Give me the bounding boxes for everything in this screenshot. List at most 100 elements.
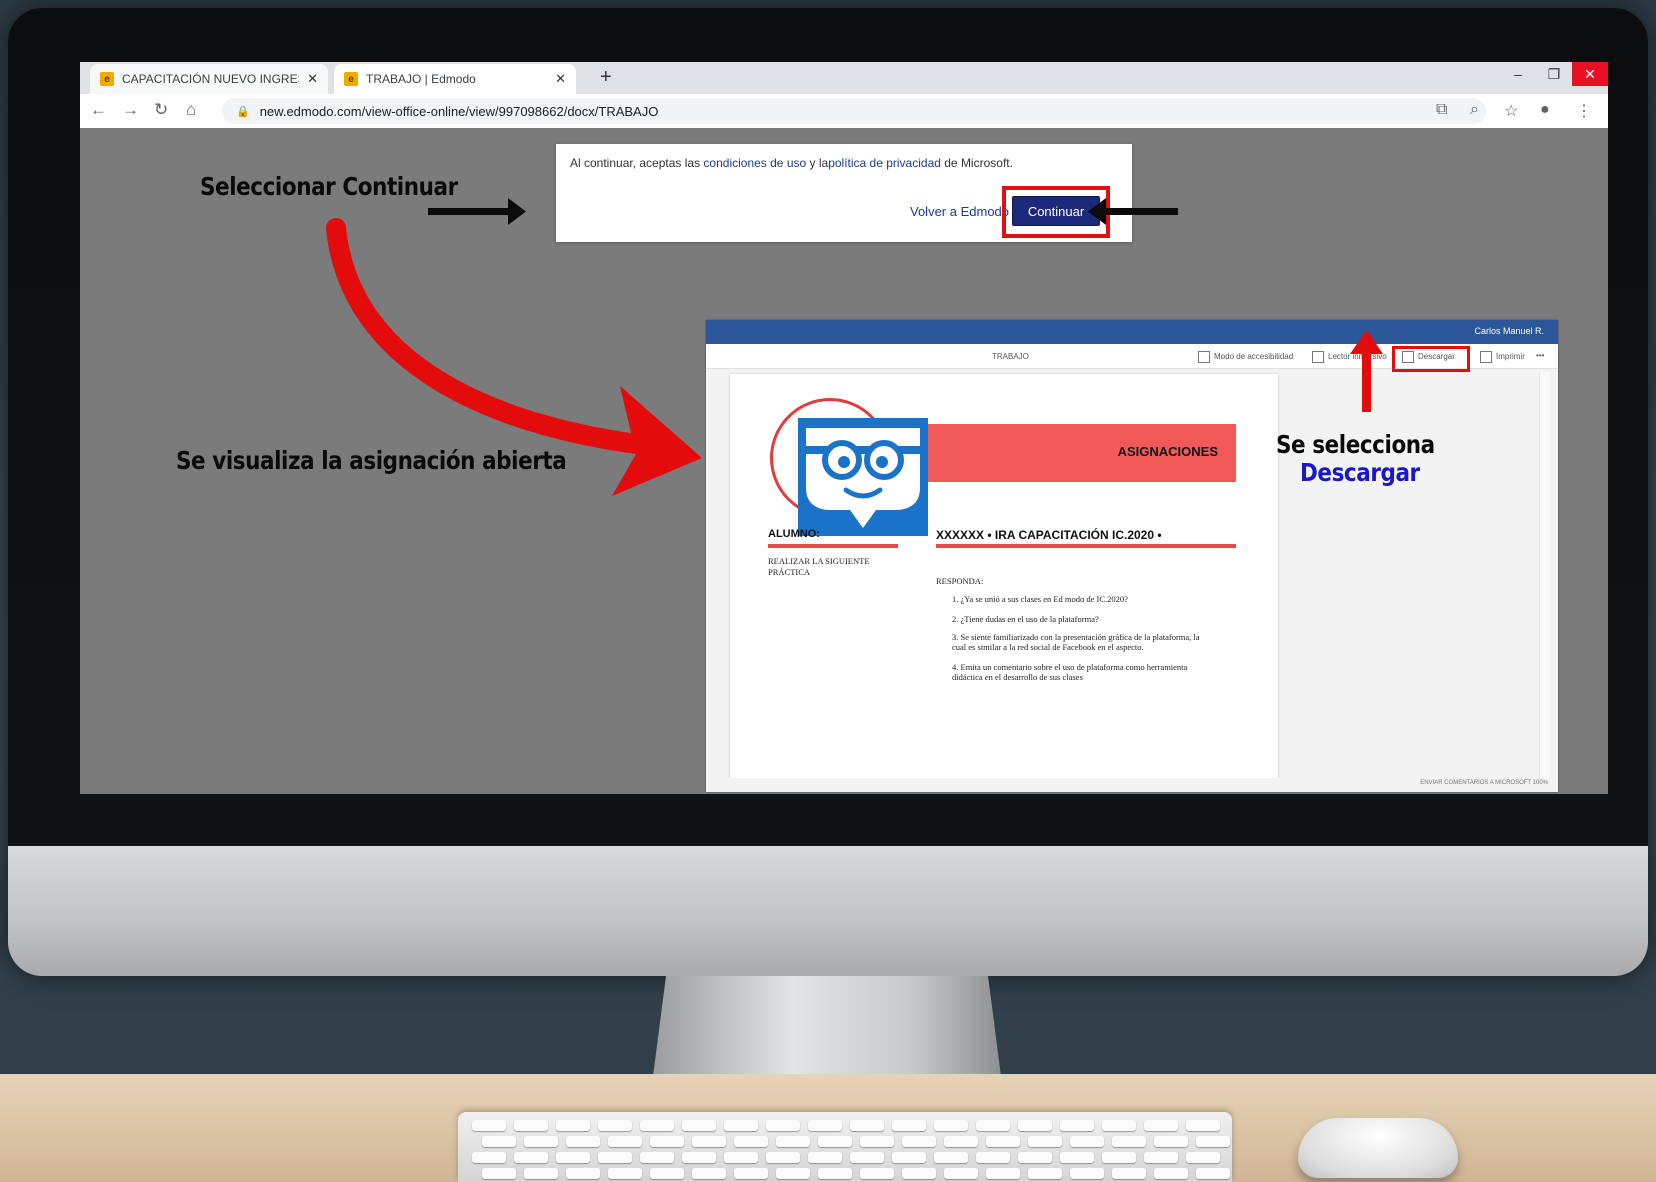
- keyboard-key: [692, 1136, 726, 1147]
- keyboard-key: [472, 1152, 506, 1163]
- keyboard-key: [598, 1120, 632, 1131]
- keyboard-key: [650, 1136, 684, 1147]
- keyboard-key: [734, 1136, 768, 1147]
- keyboard-key: [514, 1120, 548, 1131]
- keyboard-key: [1070, 1168, 1104, 1179]
- tab-strip: e CAPACITACIÓN NUEVO INGRESO ✕ e TRABAJO…: [80, 62, 1608, 94]
- keyboard-key: [986, 1168, 1020, 1179]
- url-text: new.edmodo.com/view-office-online/view/9…: [259, 103, 659, 119]
- keyboard-key: [640, 1120, 674, 1131]
- keyboard-key: [1196, 1168, 1230, 1179]
- arrow-right-icon: [428, 198, 526, 225]
- keyboard-key: [766, 1152, 800, 1163]
- keyboard-key: [1112, 1168, 1146, 1179]
- tab-capacitacion[interactable]: e CAPACITACIÓN NUEVO INGRESO ✕: [90, 64, 328, 94]
- keyboard-key: [556, 1120, 590, 1131]
- tab-close-icon[interactable]: ✕: [555, 71, 566, 87]
- address-bar[interactable]: 🔒 new.edmodo.com/view-office-online/view…: [222, 98, 1486, 124]
- restore-button[interactable]: ❐: [1536, 62, 1572, 86]
- screen: e CAPACITACIÓN NUEVO INGRESO ✕ e TRABAJO…: [80, 62, 1608, 794]
- keyboard-key: [902, 1168, 936, 1179]
- keyboard-key: [724, 1120, 758, 1131]
- keyboard-key: [556, 1152, 590, 1163]
- keyboard-key: [1154, 1136, 1188, 1147]
- keyboard-key: [902, 1136, 936, 1147]
- keyboard-key: [608, 1136, 642, 1147]
- window-close-button[interactable]: ✕: [1572, 62, 1608, 86]
- keyboard-key: [776, 1136, 810, 1147]
- forward-icon[interactable]: →: [122, 100, 139, 120]
- keyboard-key: [808, 1120, 842, 1131]
- keyboard-key: [986, 1136, 1020, 1147]
- keyboard-key: [976, 1120, 1010, 1131]
- keyboard-key: [1102, 1120, 1136, 1131]
- keyboard-key: [892, 1120, 926, 1131]
- keyboard-key: [1154, 1168, 1188, 1179]
- keyboard-key: [1102, 1152, 1136, 1163]
- keyboard-key: [566, 1168, 600, 1179]
- zoom-icon[interactable]: ⌕: [1470, 101, 1479, 119]
- keyboard-key: [934, 1120, 968, 1131]
- bookmark-star-icon[interactable]: ☆: [1504, 101, 1518, 121]
- minimize-button[interactable]: –: [1500, 62, 1536, 86]
- tab-close-icon[interactable]: ✕: [307, 71, 318, 87]
- menu-icon[interactable]: ⋮: [1576, 101, 1592, 121]
- keyboard-key: [682, 1152, 716, 1163]
- arrow-left-icon: [1088, 198, 1178, 225]
- keyboard-key: [766, 1120, 800, 1131]
- keyboard-key: [892, 1152, 926, 1163]
- page-content: Al continuar, aceptas las condiciones de…: [80, 128, 1608, 794]
- tab-title: TRABAJO | Edmodo: [366, 72, 476, 86]
- keyboard-key: [1028, 1168, 1062, 1179]
- keyboard-key: [1018, 1152, 1052, 1163]
- keyboard-key: [724, 1152, 758, 1163]
- keyboard-key: [734, 1168, 768, 1179]
- keyboard-key: [598, 1152, 632, 1163]
- home-icon[interactable]: ⌂: [186, 100, 196, 120]
- keyboard-key: [1070, 1136, 1104, 1147]
- mouse: [1298, 1118, 1458, 1178]
- keyboard-key: [818, 1136, 852, 1147]
- keyboard-key: [566, 1136, 600, 1147]
- curved-red-arrow-icon: [326, 218, 702, 496]
- keyboard-key: [514, 1152, 548, 1163]
- keyboard-key: [1144, 1152, 1178, 1163]
- keyboard-key: [692, 1168, 726, 1179]
- keyboard-key: [1060, 1152, 1094, 1163]
- new-tab-button[interactable]: +: [600, 66, 612, 89]
- tab-trabajo[interactable]: e TRABAJO | Edmodo ✕: [334, 64, 576, 94]
- keyboard-key: [1186, 1120, 1220, 1131]
- keyboard-key: [1112, 1136, 1146, 1147]
- keyboard-key: [1196, 1136, 1230, 1147]
- keyboard-key: [640, 1152, 674, 1163]
- profile-icon[interactable]: ●: [1540, 101, 1550, 119]
- keyboard-key: [944, 1168, 978, 1179]
- keyboard-key: [1028, 1136, 1062, 1147]
- keyboard-key: [808, 1152, 842, 1163]
- keyboard-key: [850, 1152, 884, 1163]
- keyboard-key: [860, 1136, 894, 1147]
- keyboard-key: [608, 1168, 642, 1179]
- keyboard-key: [1018, 1120, 1052, 1131]
- keyboard-key: [818, 1168, 852, 1179]
- reload-icon[interactable]: ↻: [154, 100, 168, 120]
- annotation-se-selecciona: Se selecciona: [1276, 430, 1435, 459]
- keyboard-key: [850, 1120, 884, 1131]
- keyboard-key: [524, 1168, 558, 1179]
- edmodo-favicon-icon: e: [344, 72, 358, 86]
- monitor-stand: [652, 976, 1002, 1084]
- arrow-up-icon: [1350, 330, 1383, 412]
- translate-icon[interactable]: ⧉: [1436, 101, 1447, 119]
- keyboard-key: [1060, 1120, 1094, 1131]
- monitor-chin: [8, 846, 1648, 976]
- back-icon[interactable]: ←: [90, 100, 107, 120]
- keyboard-key: [650, 1168, 684, 1179]
- browser-toolbar: ← → ↻ ⌂ 🔒 new.edmodo.com/view-office-onl…: [80, 94, 1608, 129]
- keyboard-key: [776, 1168, 810, 1179]
- keyboard-key: [472, 1120, 506, 1131]
- edmodo-favicon-icon: e: [100, 72, 114, 86]
- annotation-descargar: Descargar: [1300, 458, 1420, 487]
- lock-icon: 🔒: [236, 105, 250, 118]
- keyboard-key: [482, 1168, 516, 1179]
- keyboard-key: [976, 1152, 1010, 1163]
